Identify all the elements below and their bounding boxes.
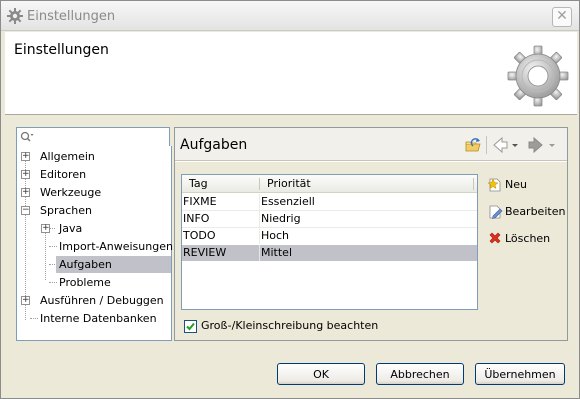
tree-item-label: Interne Datenbanken bbox=[40, 312, 157, 325]
settings-panel: Aufgaben Tag Priorität FIXME Essenziell … bbox=[174, 127, 568, 341]
back-arrow-icon[interactable] bbox=[491, 136, 509, 154]
table-row[interactable]: TODO Hoch bbox=[182, 228, 477, 244]
tree-item-label: Sprachen bbox=[40, 204, 92, 217]
tree-item-label: Ausführen / Debuggen bbox=[40, 294, 164, 307]
priority-cell: Hoch bbox=[261, 229, 290, 242]
delete-button-label: Löschen bbox=[505, 232, 551, 245]
expand-icon[interactable]: + bbox=[21, 170, 30, 179]
table-header: Tag Priorität bbox=[182, 175, 477, 193]
case-sensitive-checkbox[interactable] bbox=[184, 320, 197, 333]
tree-item-werkzeuge[interactable]: + Werkzeuge bbox=[17, 184, 167, 201]
tree-item-label: Allgemein bbox=[40, 150, 95, 163]
tree-item-sprachen[interactable]: − Sprachen bbox=[17, 202, 167, 219]
new-tag-icon bbox=[487, 178, 501, 192]
tree-item-label: Probleme bbox=[59, 276, 111, 289]
tree-item-allgemein[interactable]: + Allgemein bbox=[17, 148, 167, 165]
expand-icon[interactable]: + bbox=[21, 152, 30, 161]
case-sensitive-label: Groß-/Kleinschreibung beachten bbox=[201, 319, 379, 332]
table-row[interactable]: FIXME Essenziell bbox=[182, 194, 477, 210]
forward-arrow-icon[interactable] bbox=[527, 136, 545, 154]
preferences-tree[interactable]: + Allgemein + Editoren + Werkzeuge − Spr… bbox=[16, 146, 173, 341]
page-title: Einstellungen bbox=[14, 42, 109, 58]
cancel-button[interactable]: Abbrechen bbox=[376, 363, 464, 385]
column-divider[interactable] bbox=[473, 178, 474, 190]
tree-item-label: Java bbox=[59, 222, 83, 235]
gear-large-icon bbox=[507, 45, 569, 107]
tree-item-label: Editoren bbox=[40, 168, 87, 181]
tag-cell: REVIEW bbox=[183, 246, 227, 259]
tree-item-editoren[interactable]: + Editoren bbox=[17, 166, 167, 183]
table-row[interactable]: INFO Niedrig bbox=[182, 211, 477, 227]
ok-button[interactable]: OK bbox=[277, 363, 365, 385]
tree-item-import-anweisungen[interactable]: Import-Anweisungen bbox=[17, 238, 173, 255]
edit-button[interactable]: Bearbeiten bbox=[487, 203, 566, 221]
delete-button[interactable]: Löschen bbox=[487, 230, 553, 248]
tag-cell: FIXME bbox=[183, 195, 217, 208]
tree-item-label: Werkzeuge bbox=[40, 186, 102, 199]
expand-icon[interactable]: + bbox=[41, 224, 50, 233]
search-icon bbox=[20, 131, 34, 142]
panel-body: Tag Priorität FIXME Essenziell INFO Nied… bbox=[175, 162, 567, 340]
task-tags-table[interactable]: Tag Priorität FIXME Essenziell INFO Nied… bbox=[181, 174, 478, 310]
gear-icon bbox=[7, 8, 23, 24]
expand-icon[interactable]: + bbox=[21, 188, 30, 197]
settings-window: Einstellungen ✕ Einstellungen + Allgemei… bbox=[0, 0, 580, 399]
filter-field[interactable] bbox=[16, 127, 170, 147]
tree-item-java[interactable]: + Java bbox=[17, 220, 167, 237]
apply-button[interactable]: Übernehmen bbox=[475, 363, 565, 385]
tree-item-ausfuehren-debuggen[interactable]: + Ausführen / Debuggen bbox=[17, 292, 171, 309]
tree-item-interne-datenbanken[interactable]: Interne Datenbanken bbox=[17, 310, 167, 327]
delete-icon bbox=[489, 232, 501, 244]
new-button[interactable]: Neu bbox=[487, 176, 547, 194]
column-header-priority[interactable]: Priorität bbox=[260, 175, 460, 192]
page-header: Einstellungen bbox=[5, 32, 577, 115]
tag-cell: INFO bbox=[183, 212, 210, 225]
panel-title: Aufgaben bbox=[180, 137, 248, 153]
table-row-selected[interactable]: REVIEW Mittel bbox=[182, 245, 477, 261]
column-header-tag[interactable]: Tag bbox=[182, 175, 258, 192]
edit-button-label: Bearbeiten bbox=[505, 205, 566, 218]
expand-icon[interactable]: + bbox=[21, 296, 30, 305]
collapse-icon[interactable]: − bbox=[21, 206, 30, 215]
forward-dropdown-icon[interactable] bbox=[547, 136, 557, 154]
tree-item-aufgaben[interactable]: Aufgaben bbox=[17, 256, 171, 273]
tree-item-probleme[interactable]: Probleme bbox=[17, 274, 167, 291]
filter-input[interactable] bbox=[37, 129, 165, 145]
checkmark-icon bbox=[186, 322, 195, 331]
title-bar[interactable]: Einstellungen ✕ bbox=[1, 1, 579, 31]
priority-cell: Niedrig bbox=[261, 212, 301, 225]
close-icon: ✕ bbox=[556, 8, 568, 24]
window-title: Einstellungen bbox=[27, 9, 116, 24]
new-button-label: Neu bbox=[505, 178, 527, 191]
restore-defaults-icon[interactable] bbox=[464, 136, 482, 154]
panel-header: Aufgaben bbox=[175, 128, 567, 161]
edit-icon bbox=[489, 205, 503, 219]
priority-cell: Essenziell bbox=[261, 195, 315, 208]
tree-item-label: Aufgaben bbox=[56, 256, 171, 273]
close-button[interactable]: ✕ bbox=[552, 7, 572, 27]
tag-cell: TODO bbox=[183, 229, 216, 242]
priority-cell: Mittel bbox=[261, 246, 292, 259]
back-dropdown-icon[interactable] bbox=[510, 136, 520, 154]
tree-item-label: Import-Anweisungen bbox=[59, 240, 173, 253]
